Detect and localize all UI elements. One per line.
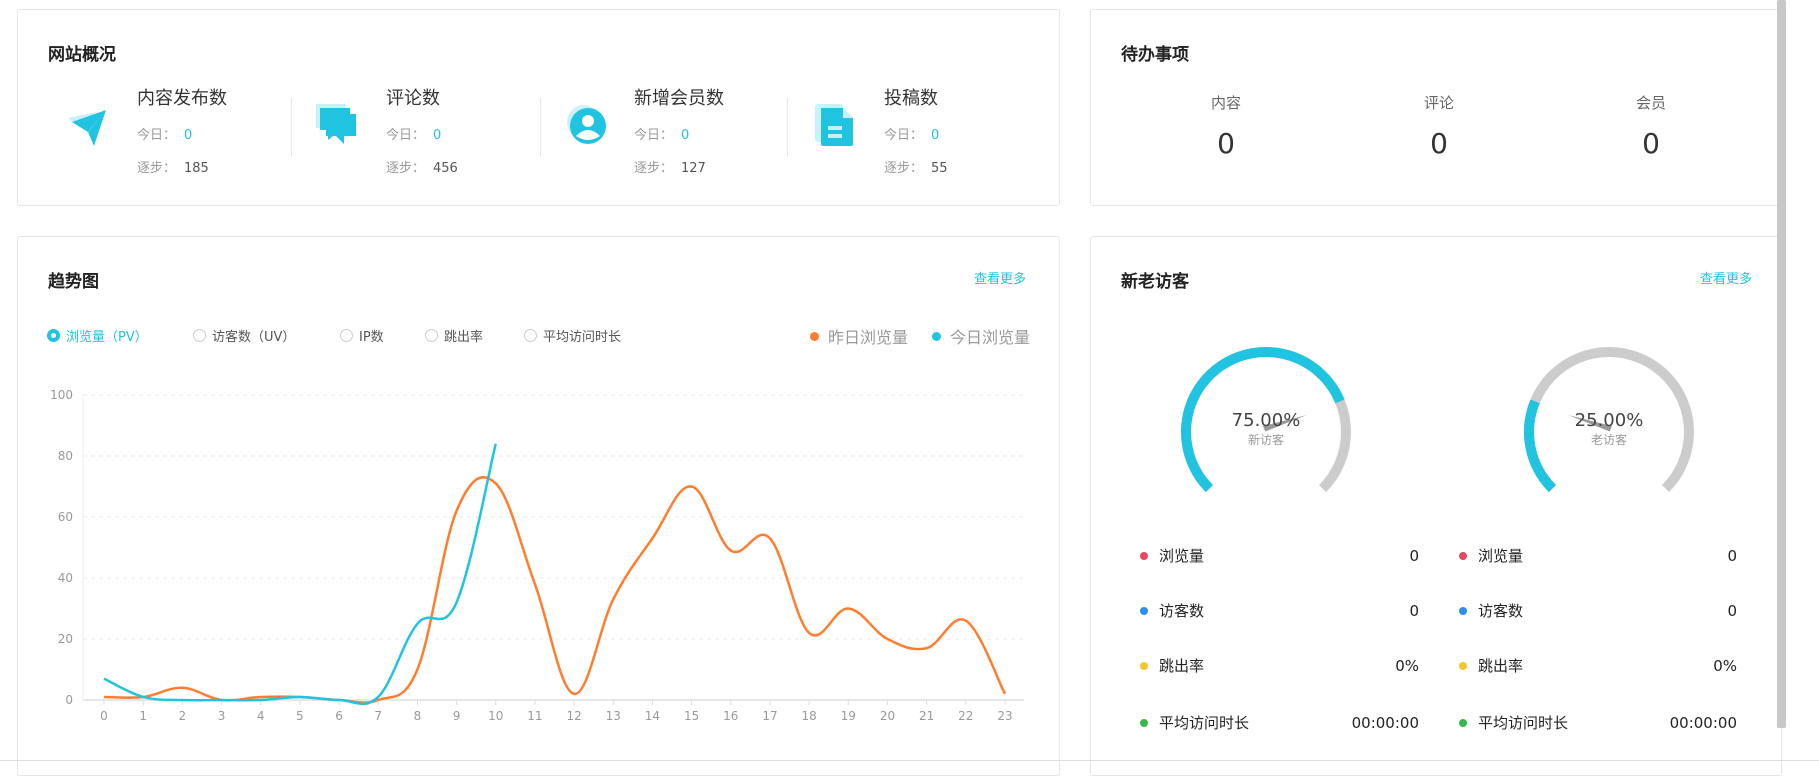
x-tick-label: 23 (997, 709, 1012, 723)
scrollbar[interactable] (1777, 0, 1786, 728)
bottom-divider (0, 760, 1819, 761)
x-tick-label: 9 (453, 709, 461, 723)
x-tick-label: 5 (296, 709, 304, 723)
visitor-stat-label: 访客数 (1159, 602, 1205, 620)
x-tick-label: 8 (414, 709, 422, 723)
y-tick-label: 20 (58, 632, 73, 646)
stat-dot-icon (1140, 661, 1148, 670)
x-tick-label: 17 (762, 709, 777, 723)
y-tick-label: 40 (58, 571, 73, 585)
visitor-stat-value: 0 (1727, 546, 1737, 565)
visitor-stat-label: 访客数 (1478, 602, 1524, 620)
gauges (1181, 347, 1694, 493)
x-tick-label: 18 (801, 709, 816, 723)
visitor-stat-value: 00:00:00 (1351, 713, 1419, 732)
x-tick-label: 6 (335, 709, 343, 723)
gauge-percent: 75.00% (1231, 410, 1301, 431)
x-tick-label: 20 (880, 709, 895, 723)
stat-dot-icon (1459, 551, 1467, 560)
y-tick-label: 0 (65, 693, 73, 707)
x-tick-label: 13 (606, 709, 621, 723)
gauge-old-text: 25.00% 老访客 (1549, 410, 1669, 448)
visitor-stat-label: 平均访问时长 (1478, 714, 1569, 732)
visitor-stat-row: 跳出率 0% (1140, 655, 1419, 676)
x-tick-label: 7 (374, 709, 382, 723)
visitor-stat-row: 浏览量 0 (1459, 545, 1737, 566)
gauge-label: 老访客 (1590, 433, 1627, 447)
x-tick-label: 3 (218, 709, 226, 723)
stat-dot-icon (1140, 551, 1148, 560)
x-tick-label: 21 (919, 709, 934, 723)
visitor-stat-row: 跳出率 0% (1459, 655, 1737, 676)
x-tick-label: 10 (488, 709, 503, 723)
x-tick-label: 12 (566, 709, 581, 723)
visitor-stat-label: 浏览量 (1478, 547, 1524, 565)
visitor-stat-value: 0 (1727, 601, 1737, 620)
visitor-stat-row: 平均访问时长 00:00:00 (1140, 712, 1419, 733)
x-tick-label: 22 (958, 709, 973, 723)
stat-dot-icon (1140, 718, 1148, 727)
stat-dot-icon (1140, 606, 1148, 615)
x-tick-label: 14 (645, 709, 660, 723)
visitor-stat-label: 平均访问时长 (1159, 714, 1250, 732)
x-tick-label: 16 (723, 709, 738, 723)
stat-dot-icon (1459, 661, 1467, 670)
x-tick-label: 2 (179, 709, 187, 723)
stat-dot-icon (1459, 718, 1467, 727)
visitor-stat-value: 0% (1395, 656, 1419, 675)
visitor-stat-row: 访客数 0 (1140, 600, 1419, 621)
visitor-stat-value: 0 (1409, 601, 1419, 620)
x-tick-label: 11 (527, 709, 542, 723)
gauge-new-text: 75.00% 新访客 (1206, 410, 1326, 448)
x-tick-label: 4 (257, 709, 265, 723)
visitor-stat-row: 平均访问时长 00:00:00 (1459, 712, 1737, 733)
x-tick-label: 19 (841, 709, 856, 723)
visitor-stat-label: 跳出率 (1478, 657, 1524, 675)
gauge-percent: 25.00% (1574, 410, 1644, 431)
visitor-stat-label: 浏览量 (1159, 547, 1205, 565)
visitor-stat-value: 0% (1713, 656, 1737, 675)
visitor-stat-row: 访客数 0 (1459, 600, 1737, 621)
visitor-stat-value: 00:00:00 (1669, 713, 1737, 732)
x-tick-label: 1 (139, 709, 147, 723)
x-tick-label: 15 (684, 709, 699, 723)
stat-dot-icon (1459, 606, 1467, 615)
visitor-stat-label: 跳出率 (1159, 657, 1205, 675)
x-tick-label: 0 (100, 709, 108, 723)
gauge-label: 新访客 (1247, 433, 1284, 447)
visitor-stat-row: 浏览量 0 (1140, 545, 1419, 566)
visitor-stat-value: 0 (1409, 546, 1419, 565)
